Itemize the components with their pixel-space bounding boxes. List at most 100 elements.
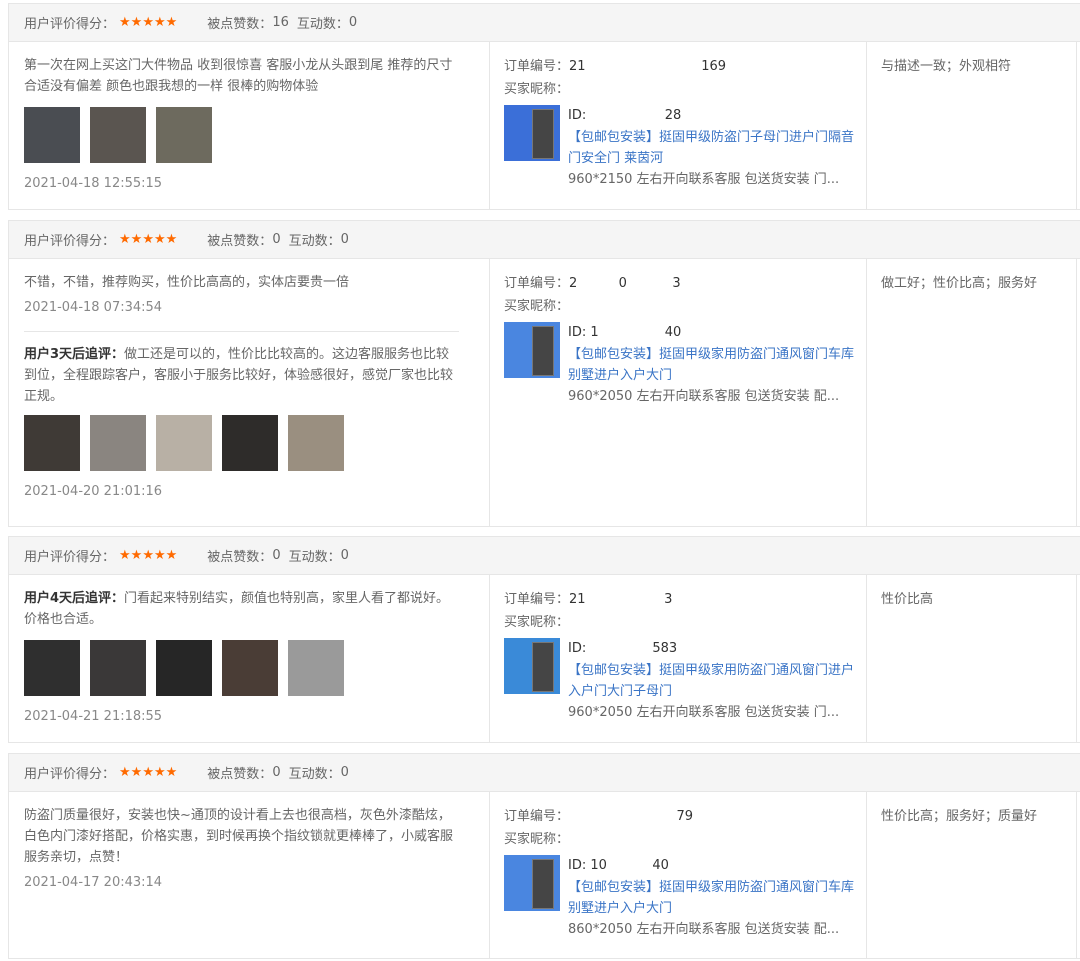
review-header: 用户评价得分： ★ ★ ★ ★ ★ 被点赞数： 0 互动数： 0: [9, 537, 1080, 575]
score-label: 用户评价得分：: [24, 234, 116, 249]
star-icon: ★: [153, 548, 166, 563]
review-photo[interactable]: [156, 107, 212, 163]
product-id: ID: 10 40: [568, 858, 669, 873]
review-date: 2021-04-17 20:43:14: [24, 875, 163, 890]
star-icon: ★: [153, 232, 166, 247]
product-spec: 960*2050 左右开向联系客服 包送货安装 门...: [568, 705, 840, 720]
column-divider: [1076, 792, 1077, 958]
review-photo[interactable]: [24, 415, 80, 471]
review-photo[interactable]: [24, 107, 80, 163]
review-photo[interactable]: [222, 415, 278, 471]
review-text: 不错，不错，推荐购买，性价比高高的，实体店要贵一倍: [24, 275, 350, 290]
column-divider: [1076, 259, 1077, 526]
order-info: 订单编号：21 3 买家昵称： ID: 583 【包邮包安装】挺固甲级家用防盗门…: [489, 575, 866, 742]
buyer-label: 买家昵称：: [504, 832, 570, 847]
product-card[interactable]: ID: 1 40 【包邮包安装】挺固甲级家用防盗门通风窗门车库别墅进户入户大门 …: [504, 322, 866, 407]
likes-count: 0: [272, 765, 281, 780]
review-photos: [24, 107, 459, 163]
review-photo[interactable]: [288, 415, 344, 471]
likes-label: 被点赞数：: [207, 767, 273, 782]
review-tags: 性价比高: [866, 575, 1076, 742]
review-tags: 性价比高；服务好；质量好: [866, 792, 1076, 958]
followup-date: 2021-04-20 21:01:16: [24, 484, 163, 499]
interactions-count: 0: [340, 765, 349, 780]
likes-count: 0: [272, 548, 281, 563]
review-date: 2021-04-21 21:18:55: [24, 709, 163, 724]
product-thumbnail[interactable]: [504, 105, 560, 161]
review-photo[interactable]: [24, 640, 80, 696]
likes-label: 被点赞数：: [207, 234, 273, 249]
star-icon: ★: [130, 548, 143, 563]
product-id: ID: 28: [568, 108, 682, 123]
star-icon: ★: [142, 765, 154, 780]
review-content: 第一次在网上买这门大件物品 收到很惊喜 客服小龙从头跟到尾 推荐的尺寸合适没有偏…: [9, 42, 474, 193]
interactions-count: 0: [340, 548, 349, 563]
score-label: 用户评价得分：: [24, 550, 116, 565]
likes-count: 0: [272, 232, 281, 247]
followup-label: 用户4天后追评：: [24, 591, 125, 606]
review-photo[interactable]: [222, 640, 278, 696]
review-card: 用户评价得分： ★ ★ ★ ★ ★ 被点赞数： 0 互动数： 0 用户4天后追评：门看起…: [8, 536, 1080, 743]
review-photo[interactable]: [90, 640, 146, 696]
star-icon: ★: [119, 548, 131, 563]
product-title-link[interactable]: 【包邮包安装】挺固甲级防盗门子母门进户门隔音门安全门 莱茵河: [568, 127, 858, 169]
review-header: 用户评价得分： ★ ★ ★ ★ ★ 被点赞数： 0 互动数： 0: [9, 221, 1080, 259]
followup-review: 用户4天后追评：门看起来特别结实，颜值也特别高，家里人看了都说好。价格也合适。: [24, 588, 459, 630]
product-card[interactable]: ID: 10 40 【包邮包安装】挺固甲级家用防盗门通风窗门车库别墅进户入户大门…: [504, 855, 866, 940]
review-text: 第一次在网上买这门大件物品 收到很惊喜 客服小龙从头跟到尾 推荐的尺寸合适没有偏…: [24, 58, 453, 94]
interactions-label: 互动数：: [296, 17, 349, 32]
product-title-link[interactable]: 【包邮包安装】挺固甲级家用防盗门通风窗门车库别墅进户入户大门: [568, 344, 858, 386]
product-id: ID: 583: [568, 641, 678, 656]
review-photos: [24, 640, 459, 696]
interactions-label: 互动数：: [288, 767, 341, 782]
review-photo[interactable]: [156, 640, 212, 696]
product-title-link[interactable]: 【包邮包安装】挺固甲级家用防盗门通风窗门车库别墅进户入户大门: [568, 877, 858, 919]
product-spec: 960*2050 左右开向联系客服 包送货安装 配...: [568, 389, 840, 404]
score-label: 用户评价得分：: [24, 767, 116, 782]
order-no: 21 3: [569, 592, 673, 607]
review-header: 用户评价得分： ★ ★ ★ ★ ★ 被点赞数： 16 互动数： 0: [9, 4, 1080, 42]
buyer-label: 买家昵称：: [504, 299, 570, 314]
interactions-label: 互动数：: [288, 234, 341, 249]
order-info: 订单编号：2 0 3 买家昵称： ID: 1 40 【包邮包安装】挺固甲级家用防…: [489, 259, 866, 526]
buyer-label: 买家昵称：: [504, 82, 570, 97]
product-card[interactable]: ID: 28 【包邮包安装】挺固甲级防盗门子母门进户门隔音门安全门 莱茵河 96…: [504, 105, 866, 190]
review-text: 防盗门质量很好，安装也快~通顶的设计看上去也很高档，灰色外漆酷炫，白色内门漆好搭…: [24, 808, 454, 865]
order-no: 79: [569, 809, 693, 824]
order-no-label: 订单编号：: [504, 809, 570, 824]
product-title-link[interactable]: 【包邮包安装】挺固甲级家用防盗门通风窗门进户入户门大门子母门: [568, 660, 858, 702]
review-photo[interactable]: [156, 415, 212, 471]
review-photo[interactable]: [90, 415, 146, 471]
star-icon: ★: [153, 15, 166, 30]
product-thumbnail[interactable]: [504, 322, 560, 378]
order-no: 2 0 3: [569, 276, 681, 291]
rating-stars: ★ ★ ★ ★ ★: [119, 16, 177, 29]
rating-stars: ★ ★ ★ ★ ★: [119, 766, 177, 779]
star-icon: ★: [130, 232, 143, 247]
review-header: 用户评价得分： ★ ★ ★ ★ ★ 被点赞数： 0 互动数： 0: [9, 754, 1080, 792]
product-thumbnail[interactable]: [504, 855, 560, 911]
star-icon: ★: [142, 15, 154, 30]
product-id: ID: 1 40: [568, 325, 682, 340]
star-icon: ★: [142, 232, 154, 247]
likes-count: 16: [272, 15, 289, 30]
product-spec: 960*2150 左右开向联系客服 包送货安装 门...: [568, 172, 840, 187]
review-card: 用户评价得分： ★ ★ ★ ★ ★ 被点赞数： 0 互动数： 0 防盗门质量很好，安装也…: [8, 753, 1080, 959]
product-thumbnail[interactable]: [504, 638, 560, 694]
interactions-count: 0: [348, 15, 358, 30]
review-photo[interactable]: [90, 107, 146, 163]
order-info: 订单编号： 79 买家昵称： ID: 10 40 【包邮包安装】挺固甲级家用防盗…: [489, 792, 866, 958]
order-no-label: 订单编号：: [504, 59, 570, 74]
likes-label: 被点赞数：: [207, 17, 273, 32]
star-icon: ★: [119, 15, 131, 30]
rating-stars: ★ ★ ★ ★ ★: [119, 233, 177, 246]
review-photo[interactable]: [288, 640, 344, 696]
order-info: 订单编号：21 169 买家昵称： ID: 28 【包邮包安装】挺固甲级防盗门子…: [489, 42, 866, 209]
product-card[interactable]: ID: 583 【包邮包安装】挺固甲级家用防盗门通风窗门进户入户门大门子母门 9…: [504, 638, 866, 723]
star-icon: ★: [142, 548, 154, 563]
order-no: 21 169: [569, 59, 727, 74]
star-icon: ★: [130, 15, 143, 30]
rating-stars: ★ ★ ★ ★ ★: [119, 549, 177, 562]
star-icon: ★: [119, 232, 131, 247]
review-content: 用户4天后追评：门看起来特别结实，颜值也特别高，家里人看了都说好。价格也合适。 …: [9, 575, 474, 726]
